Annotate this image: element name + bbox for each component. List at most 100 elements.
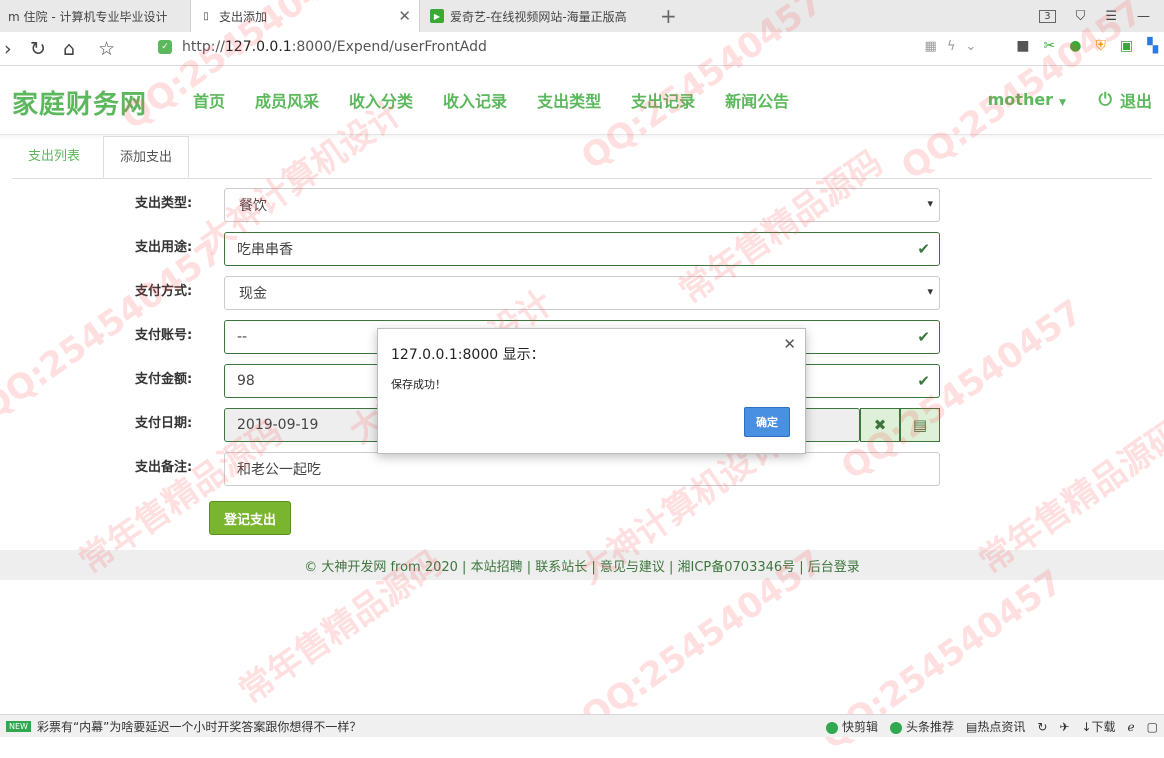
label-expense-use: 支出用途: xyxy=(135,240,193,255)
select-value: 餐饮 xyxy=(239,198,267,214)
status-label: 头条推荐 xyxy=(905,720,954,734)
shield-yen-icon[interactable]: ⛨ xyxy=(1095,38,1106,54)
play-icon xyxy=(825,721,838,734)
ie-icon[interactable]: ℯ xyxy=(1128,720,1135,734)
site-brand[interactable]: 家庭财务网 xyxy=(12,84,147,121)
forward-icon[interactable]: › xyxy=(4,38,12,60)
expense-type-select[interactable]: 餐饮 xyxy=(224,188,940,222)
menu-news[interactable]: 新闻公告 xyxy=(725,88,789,112)
row-expense-use: 支出用途: 吃串串香 xyxy=(0,232,1164,266)
menu-income-records[interactable]: 收入记录 xyxy=(443,88,507,112)
tab-add-expense[interactable]: 添加支出 xyxy=(103,136,190,178)
status-item-hotnews[interactable]: ▤热点资讯 xyxy=(966,718,1025,735)
play-icon xyxy=(889,721,902,734)
minimize-icon[interactable]: — xyxy=(1137,9,1150,24)
clear-date-icon[interactable]: ✖ xyxy=(860,408,900,442)
menu-expense-records[interactable]: 支出记录 xyxy=(631,88,695,112)
input-value: 吃串串香 xyxy=(237,242,293,258)
chevron-down-icon[interactable]: ⌄ xyxy=(965,39,976,54)
reload-icon[interactable]: ↻ xyxy=(30,38,46,60)
status-item-quickcut[interactable]: 快剪辑 xyxy=(825,718,878,735)
status-label: 热点资讯 xyxy=(977,720,1026,734)
logout-label: 退出 xyxy=(1119,92,1152,111)
browser-tab-active[interactable]: ▯ 支出添加 ✕ xyxy=(190,0,420,32)
ok-button[interactable]: 确定 xyxy=(744,407,790,437)
tab-title: m 住院 - 计算机专业毕业设计 xyxy=(8,9,168,24)
input-value: -- xyxy=(237,329,248,345)
menu-members[interactable]: 成员风采 xyxy=(255,88,319,112)
tab-title: 爱奇艺-在线视频网站-海量正版高 xyxy=(450,9,627,24)
apps-icon[interactable]: ▚ xyxy=(1147,38,1158,54)
input-value: 2019-09-19 xyxy=(237,417,319,433)
page-icon: ▯ xyxy=(203,10,209,22)
game-icon[interactable]: ■ xyxy=(1016,38,1029,54)
qr-icon[interactable]: ▦ xyxy=(925,39,937,54)
close-icon[interactable]: ✕ xyxy=(783,335,796,353)
power-icon: ⏻ xyxy=(1098,90,1112,110)
main-menu: 首页 成员风采 收入分类 收入记录 支出类型 支出记录 新闻公告 xyxy=(178,88,804,112)
refresh-icon[interactable]: ↻ xyxy=(1037,720,1047,734)
select-value: 现金 xyxy=(239,286,267,302)
address-bar: › ↻ ⌂ ☆ ✓ http://127.0.0.1:8000/Expend/u… xyxy=(0,32,1164,66)
url-prefix: http:// xyxy=(182,39,225,55)
shield-icon: ✓ xyxy=(158,40,172,54)
label-pay-account: 支付账号: xyxy=(135,328,193,343)
browser-tab-1[interactable]: m 住院 - 计算机专业毕业设计 xyxy=(0,0,188,32)
picture-icon[interactable]: ▣ xyxy=(1120,38,1133,54)
pin-icon[interactable]: ✈ xyxy=(1059,720,1069,734)
alert-dialog: 127.0.0.1:8000 显示： ✕ 保存成功！ 确定 xyxy=(377,328,806,454)
tab-count-badge[interactable]: 3 xyxy=(1039,9,1056,23)
label-pay-method: 支付方式: xyxy=(135,284,193,299)
site-navbar: 家庭财务网 首页 成员风采 收入分类 收入记录 支出类型 支出记录 新闻公告 m… xyxy=(0,66,1164,135)
status-label: 下载 xyxy=(1091,720,1116,734)
label-pay-amount: 支付金额: xyxy=(135,372,193,387)
lightning-icon[interactable]: ϟ xyxy=(947,39,956,54)
tab-title: 支出添加 xyxy=(219,9,268,24)
new-tab-button[interactable]: + xyxy=(660,4,677,28)
footer: © 大神开发网 from 2020 | 本站招聘 | 联系站长 | 意见与建议 … xyxy=(0,550,1164,580)
toolbar-icons: ▦ ϟ ⌄ ■ ✂ ● ⛨ ▣ ▚ xyxy=(925,38,1158,54)
menu-home[interactable]: 首页 xyxy=(193,88,225,112)
news-ticker[interactable]: NEW 彩票有“内幕”为啥要延迟一个小时开奖答案跟你想得不一样？ xyxy=(6,718,361,735)
input-value: 98 xyxy=(237,373,255,389)
row-pay-method: 支付方式: 现金 xyxy=(0,276,1164,310)
browser-tab-strip: m 住院 - 计算机专业毕业设计 ▯ 支出添加 ✕ ▶ 爱奇艺-在线视频网站-海… xyxy=(0,0,1164,33)
tab-expense-list[interactable]: 支出列表 xyxy=(12,136,96,178)
caret-down-icon: ▼ xyxy=(1059,98,1066,108)
window-icon[interactable]: ▢ xyxy=(1147,720,1158,734)
new-badge: NEW xyxy=(6,721,31,732)
label-expense-type: 支出类型: xyxy=(135,196,193,211)
menu-icon[interactable]: ☰ xyxy=(1105,9,1117,24)
url-field[interactable]: ✓ http://127.0.0.1:8000/Expend/userFront… xyxy=(158,39,487,55)
scissors-icon[interactable]: ✂ xyxy=(1044,38,1056,54)
status-label: 快剪辑 xyxy=(841,720,878,734)
news-text: 彩票有“内幕”为啥要延迟一个小时开奖答案跟你想得不一样？ xyxy=(36,720,362,734)
user-dropdown[interactable]: mother ▼ xyxy=(988,90,1066,109)
logout-button[interactable]: ⏻ 退出 xyxy=(1099,88,1152,112)
iqiyi-icon: ▶ xyxy=(430,9,444,23)
expense-use-input[interactable]: 吃串串香 xyxy=(224,232,940,266)
home-icon[interactable]: ⌂ xyxy=(63,38,75,60)
label-pay-date: 支付日期: xyxy=(135,416,193,431)
calendar-icon[interactable]: ▤ xyxy=(900,408,940,442)
menu-income-category[interactable]: 收入分类 xyxy=(349,88,413,112)
pay-method-select[interactable]: 现金 xyxy=(224,276,940,310)
label-expense-note: 支出备注: xyxy=(135,460,193,475)
status-tools: 快剪辑 头条推荐 ▤热点资讯 ↻ ✈ ↓下载 ℯ ▢ xyxy=(825,718,1158,735)
close-icon[interactable]: ✕ xyxy=(398,7,411,25)
submit-expense-button[interactable]: 登记支出 xyxy=(209,501,291,535)
row-expense-type: 支出类型: 餐饮 xyxy=(0,188,1164,222)
dialog-message: 保存成功！ xyxy=(391,378,446,391)
status-item-download[interactable]: ↓下载 xyxy=(1081,718,1115,735)
translate-icon[interactable]: ● xyxy=(1069,38,1081,54)
shirt-icon[interactable]: ⛉ xyxy=(1076,9,1086,24)
status-item-headlines[interactable]: 头条推荐 xyxy=(889,718,954,735)
row-expense-note: 支出备注: 和老公一起吃 xyxy=(0,452,1164,486)
expense-note-input[interactable]: 和老公一起吃 xyxy=(224,452,940,486)
star-icon[interactable]: ☆ xyxy=(98,38,115,60)
news-icon: ▤ xyxy=(965,720,978,734)
download-icon: ↓ xyxy=(1081,720,1092,734)
status-bar: NEW 彩票有“内幕”为啥要延迟一个小时开奖答案跟你想得不一样？ 快剪辑 头条推… xyxy=(0,714,1164,737)
browser-tab-3[interactable]: ▶ 爱奇艺-在线视频网站-海量正版高 xyxy=(422,0,652,32)
menu-expense-types[interactable]: 支出类型 xyxy=(537,88,601,112)
